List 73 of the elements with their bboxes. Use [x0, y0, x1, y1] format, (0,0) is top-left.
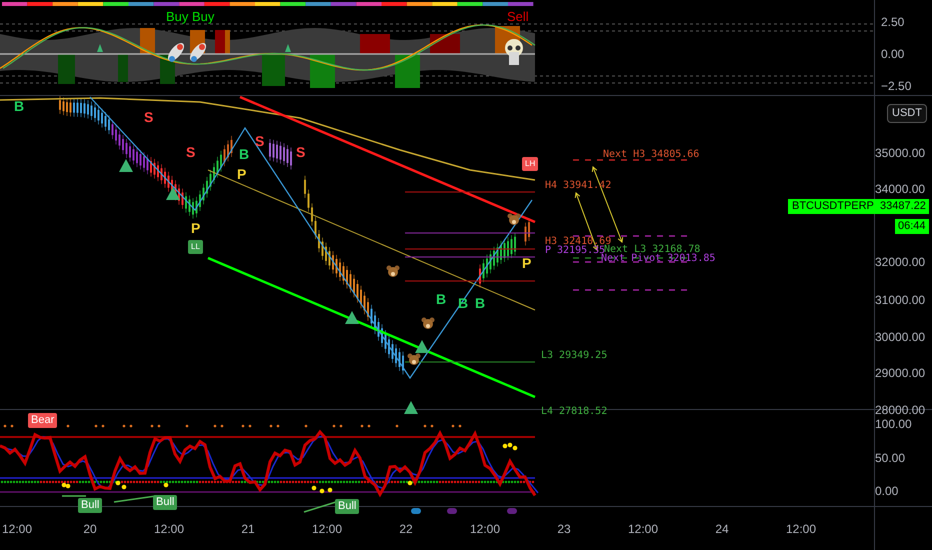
histogram-bar — [118, 54, 128, 82]
histogram-bar — [395, 54, 420, 88]
axis-label: 28000.00 — [875, 404, 926, 416]
pivot-level-label: L3 29349.25 — [541, 351, 608, 361]
axis-label: 30000.00 — [875, 331, 926, 343]
buy-signal-label: B — [14, 99, 24, 113]
axis-label: 0.00 — [881, 48, 904, 60]
triangle-marker-icon — [404, 401, 418, 414]
countdown-label: 06:44 — [895, 219, 929, 234]
triangle-marker-icon — [285, 44, 291, 52]
axis-label: 34000.00 — [875, 183, 926, 195]
buy-signal-label: B — [475, 296, 486, 310]
axis-label: 35000.00 — [875, 147, 926, 159]
axis-label: −2.50 — [881, 80, 912, 92]
buy-label: Buy Buy — [166, 10, 214, 23]
buy-signal-label: B — [239, 147, 250, 161]
time-axis-label: 12:00 — [312, 523, 342, 535]
time-axis-label: 12:00 — [628, 523, 658, 535]
swing-tag: LH — [522, 157, 538, 171]
rocket-icon — [168, 42, 184, 62]
sell-signal-label: S — [144, 110, 154, 124]
swing-tag: LL — [188, 240, 203, 254]
pivot-signal-label: P — [237, 167, 246, 181]
time-axis-label: 12:00 — [470, 523, 500, 535]
time-axis-label: 12:00 — [786, 523, 816, 535]
triangle-marker-icon — [415, 340, 429, 353]
time-axis-label: 22 — [399, 523, 413, 535]
triangle-marker-icon — [119, 159, 133, 172]
time-axis-label: 23 — [557, 523, 571, 535]
bear-face-icon — [508, 214, 520, 225]
time-axis-label: 12:00 — [2, 523, 32, 535]
time-axis-label: 12:00 — [154, 523, 184, 535]
histogram-bar — [262, 54, 285, 86]
histogram-bar — [140, 28, 155, 54]
bull-label: Bull — [153, 495, 178, 510]
triangle-marker-icon — [345, 311, 359, 324]
pivot-signal-label: P — [191, 221, 200, 235]
axis-label: 0.00 — [875, 485, 898, 497]
buy-signal-label: B — [436, 292, 446, 306]
rocket-icon — [190, 42, 206, 62]
triangle-marker-icon — [166, 187, 180, 200]
pivot-level-label: L4 27818.52 — [541, 407, 608, 417]
bull-label: Bull — [335, 499, 360, 514]
bull-label: Bull — [78, 498, 102, 513]
triangle-marker-icon — [97, 44, 103, 52]
axis-label: 2.50 — [881, 16, 904, 28]
symbol-label: BTCUSDTPERP — [788, 199, 878, 214]
axis-label: 32000.00 — [875, 256, 926, 268]
histogram-bar — [360, 34, 390, 54]
axis-label: 50.00 — [875, 452, 906, 464]
axis-label: 29000.00 — [875, 367, 926, 379]
price-label: 33487.22 — [877, 199, 929, 214]
bear-label: Bear — [28, 413, 58, 428]
histogram-bar — [58, 54, 75, 84]
bear-face-icon — [422, 318, 434, 329]
sell-signal-label: S — [186, 145, 196, 159]
sell-label: Sell — [507, 10, 529, 23]
histogram-bar — [430, 34, 460, 54]
axis-label: 100.00 — [875, 418, 912, 430]
currency-button[interactable]: USDT — [887, 104, 927, 123]
sell-signal-label: S — [296, 145, 306, 159]
time-axis-label: 24 — [715, 523, 729, 535]
pivot-signal-label: P — [522, 256, 532, 270]
bear-face-icon — [386, 266, 400, 277]
time-axis-label: 21 — [241, 523, 255, 535]
axis-label: 31000.00 — [875, 294, 926, 306]
time-axis-label: 20 — [83, 523, 97, 535]
skull-icon — [505, 39, 523, 65]
bear-face-icon — [408, 354, 420, 365]
sell-signal-label: S — [255, 134, 264, 148]
pivot-level-label: Next Pivot 32013.85 — [601, 254, 716, 264]
histogram-bar — [310, 54, 335, 88]
pivot-level-label: Next H3 34805.66 — [603, 150, 700, 160]
